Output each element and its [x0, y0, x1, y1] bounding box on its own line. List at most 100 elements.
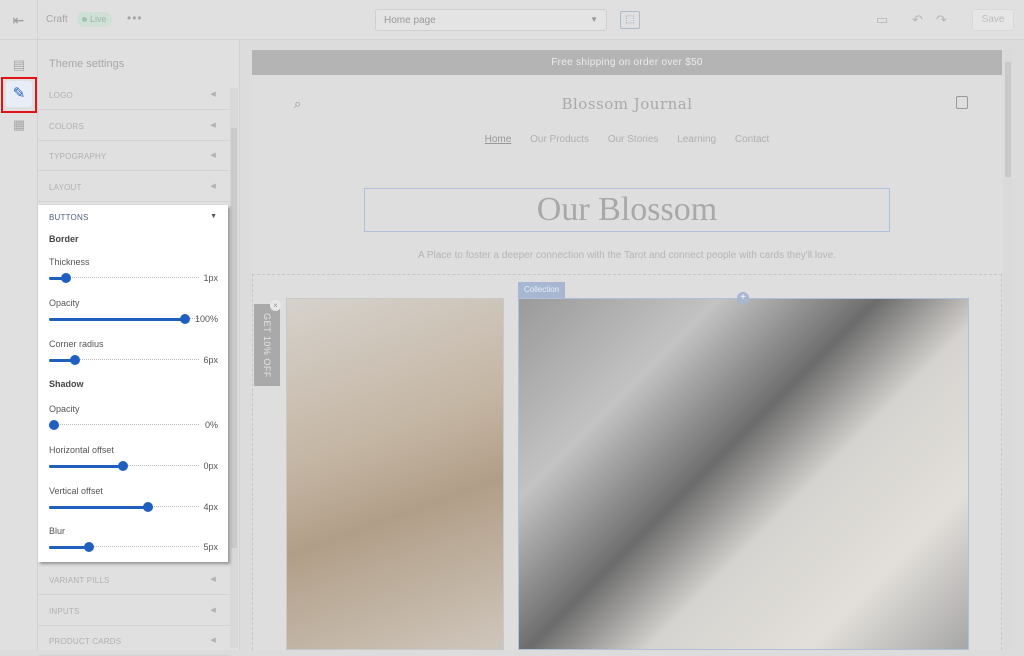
section-label: LAYOUT	[49, 183, 82, 192]
slider-label: Horizontal offset	[49, 445, 114, 455]
store-brand[interactable]: Blossom Journal	[252, 95, 1002, 113]
slider-track[interactable]	[49, 424, 199, 425]
section-product-cards[interactable]: PRODUCT CARDS ◀	[38, 626, 230, 656]
buttons-settings-card: BUTTONS ▼ Border Shadow Thickness 1px Opa…	[38, 205, 228, 562]
slider[interactable]	[49, 419, 199, 431]
chevron-left-icon: ◀	[210, 122, 216, 129]
slider-value: 0%	[204, 420, 218, 430]
chevron-left-icon: ◀	[210, 576, 216, 583]
slider-value: 6px	[203, 355, 218, 365]
inspector-icon[interactable]: ⬚	[620, 11, 640, 29]
icon-rail: ▤ ✎ ▦	[0, 40, 38, 650]
nav-our-products[interactable]: Our Products	[530, 134, 589, 145]
section-inputs[interactable]: INPUTS ◀	[38, 596, 230, 626]
chevron-left-icon: ◀	[210, 183, 216, 190]
slider-value: 0px	[203, 461, 218, 471]
chevron-down-icon: ▼	[590, 15, 598, 24]
section-typography[interactable]: TYPOGRAPHY ◀	[38, 141, 230, 171]
scrollbar-thumb[interactable]	[231, 128, 237, 548]
status-dot-icon	[82, 17, 87, 23]
close-icon[interactable]: ×	[270, 300, 281, 311]
section-variant-pills[interactable]: VARIANT PILLS ◀	[38, 565, 230, 595]
slider[interactable]	[49, 354, 199, 366]
main-nav: Home Our Products Our Stories Learning C…	[252, 134, 1002, 145]
slider-fill	[49, 546, 90, 549]
slider-fill	[49, 318, 185, 321]
hero-title[interactable]: Our Blossom	[364, 188, 890, 232]
section-buttons-title[interactable]: BUTTONS	[49, 213, 88, 222]
hero-subtitle: A Place to foster a deeper connection wi…	[417, 250, 837, 261]
slider-label: Corner radius	[49, 339, 104, 349]
slider-thumb[interactable]	[60, 273, 71, 283]
slider-label: Thickness	[49, 257, 90, 267]
nav-learning[interactable]: Learning	[677, 134, 716, 145]
section-label: LOGO	[49, 91, 73, 100]
slider-label: Opacity	[49, 298, 80, 308]
announcement-bar: Free shipping on order over $50	[252, 50, 1002, 75]
section-logo[interactable]: LOGO ◀	[38, 80, 230, 110]
panel-scrollbar[interactable]	[230, 88, 238, 648]
shadow-heading: Shadow	[49, 379, 84, 389]
store-name: Craft	[46, 14, 68, 25]
product-image-box[interactable]	[286, 298, 504, 650]
border-heading: Border	[49, 234, 79, 244]
nav-contact[interactable]: Contact	[735, 134, 769, 145]
section-label: TYPOGRAPHY	[49, 152, 107, 161]
slider-value: 100%	[194, 314, 218, 324]
device-preview-icon[interactable]: ▭	[876, 12, 888, 28]
status-text: Live	[90, 14, 107, 24]
slider[interactable]	[49, 460, 199, 472]
nav-home[interactable]: Home	[485, 134, 512, 145]
cart-icon[interactable]	[956, 96, 968, 109]
chevron-down-icon[interactable]: ▼	[210, 213, 217, 220]
slider[interactable]	[49, 501, 199, 513]
section-label: PRODUCT CARDS	[49, 637, 122, 646]
nav-our-stories[interactable]: Our Stories	[608, 134, 659, 145]
more-options-button[interactable]: •••	[127, 11, 143, 25]
slider-thumb[interactable]	[118, 461, 129, 471]
preview-canvas: Free shipping on order over $50 ⌕ Blosso…	[240, 40, 1024, 650]
scrollbar-thumb[interactable]	[1005, 62, 1011, 177]
redo-icon[interactable]: ↷	[936, 12, 947, 28]
slider-thumb[interactable]	[180, 314, 190, 324]
save-button[interactable]: Save	[972, 9, 1014, 31]
apps-icon[interactable]: ▦	[9, 115, 29, 135]
slider[interactable]	[49, 541, 199, 553]
slider-label: Vertical offset	[49, 486, 103, 496]
section-label: VARIANT PILLS	[49, 576, 110, 585]
page-select-value: Home page	[384, 15, 436, 26]
collection-tag[interactable]: Collection	[518, 282, 566, 298]
slider[interactable]	[49, 272, 199, 284]
slider-thumb[interactable]	[143, 502, 154, 512]
slider-value: 1px	[203, 273, 218, 283]
slider[interactable]	[49, 313, 199, 325]
add-section-icon[interactable]: +	[737, 292, 749, 304]
section-colors[interactable]: COLORS ◀	[38, 111, 230, 141]
chevron-left-icon: ◀	[210, 607, 216, 614]
product-image-tarot-cards[interactable]	[518, 298, 969, 650]
section-label: INPUTS	[49, 607, 80, 616]
slider-thumb[interactable]	[84, 542, 95, 552]
slider-value: 5px	[203, 542, 218, 552]
page-select[interactable]: Home page ▼	[375, 9, 607, 31]
slider-label: Blur	[49, 526, 66, 536]
slider-label: Opacity	[49, 404, 80, 414]
top-bar: ⇤ Craft Live ••• Home page ▼ ⬚ ▭ ↶ ↷ Save	[0, 0, 1024, 40]
exit-icon[interactable]: ⇤	[0, 0, 38, 40]
undo-icon[interactable]: ↶	[912, 12, 923, 28]
storefront-preview: Free shipping on order over $50 ⌕ Blosso…	[252, 50, 1002, 650]
chevron-left-icon: ◀	[210, 91, 216, 98]
section-layout[interactable]: LAYOUT ◀	[38, 172, 230, 202]
slider-track[interactable]	[49, 277, 199, 278]
sections-icon[interactable]: ▤	[9, 55, 29, 75]
slider-value: 4px	[203, 502, 218, 512]
preview-scrollbar[interactable]	[1004, 50, 1012, 650]
slider-fill	[49, 506, 149, 509]
chevron-left-icon: ◀	[210, 152, 216, 159]
slider-thumb[interactable]	[69, 355, 80, 365]
chevron-left-icon: ◀	[210, 637, 216, 644]
discount-side-tab[interactable]: GET 10% OFF	[254, 304, 280, 386]
status-badge: Live	[77, 12, 112, 27]
slider-thumb[interactable]	[49, 420, 59, 430]
highlight-box	[1, 77, 37, 113]
